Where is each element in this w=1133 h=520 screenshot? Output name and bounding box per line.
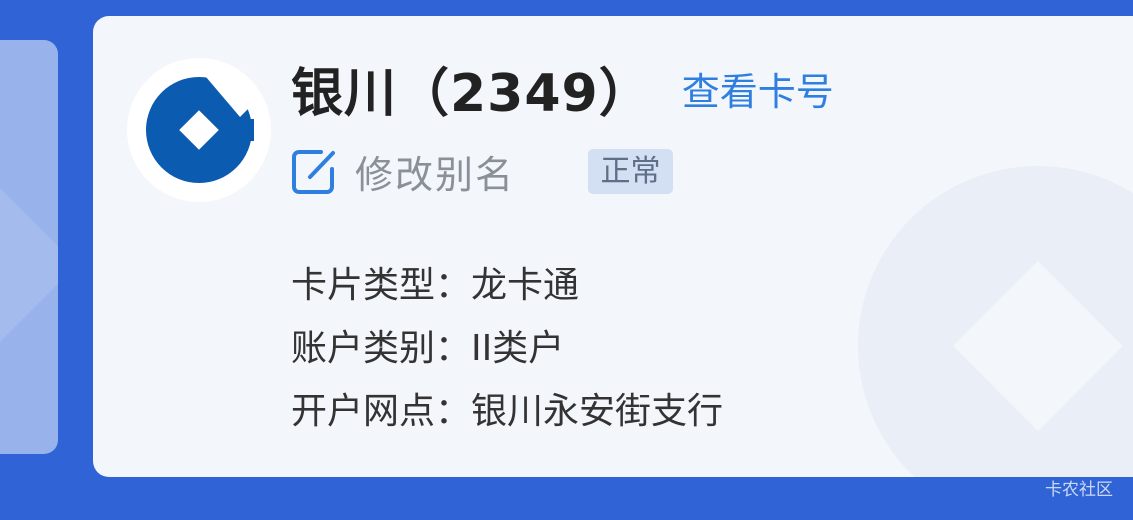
card-type-row: 卡片类型：龙卡通 [291, 256, 579, 308]
bank-logo-watermark [858, 166, 1133, 477]
card-type-value: 龙卡通 [471, 265, 580, 306]
branch-label: 开户网点： [291, 391, 472, 432]
card-watermark-shape [0, 173, 58, 357]
status-badge: 正常 [588, 149, 673, 194]
account-category-row: 账户类别：II类户 [291, 319, 564, 371]
bank-name: 银川（2349） [291, 63, 652, 124]
bank-logo [127, 58, 271, 202]
title-row: 银川（2349） 查看卡号 [291, 56, 834, 124]
edit-icon [292, 150, 335, 194]
ccb-logo-icon [146, 77, 254, 183]
community-watermark: 卡农社区 [1045, 480, 1113, 500]
account-category-value: II类户 [471, 328, 565, 369]
edit-alias-button[interactable]: 修改别名 [291, 146, 516, 197]
card-type-label: 卡片类型： [291, 265, 472, 306]
view-card-number-link[interactable]: 查看卡号 [682, 61, 834, 116]
branch-row: 开户网点：银川永安街支行 [291, 382, 723, 434]
adjacent-card-peek[interactable] [0, 40, 58, 454]
bank-card: 银川（2349） 查看卡号 修改别名 正常 卡片类型：龙卡通 账户类别：II类户… [93, 16, 1133, 477]
edit-alias-label: 修改别名 [355, 152, 516, 197]
branch-value: 银川永安街支行 [471, 391, 724, 432]
account-category-label: 账户类别： [291, 328, 472, 369]
